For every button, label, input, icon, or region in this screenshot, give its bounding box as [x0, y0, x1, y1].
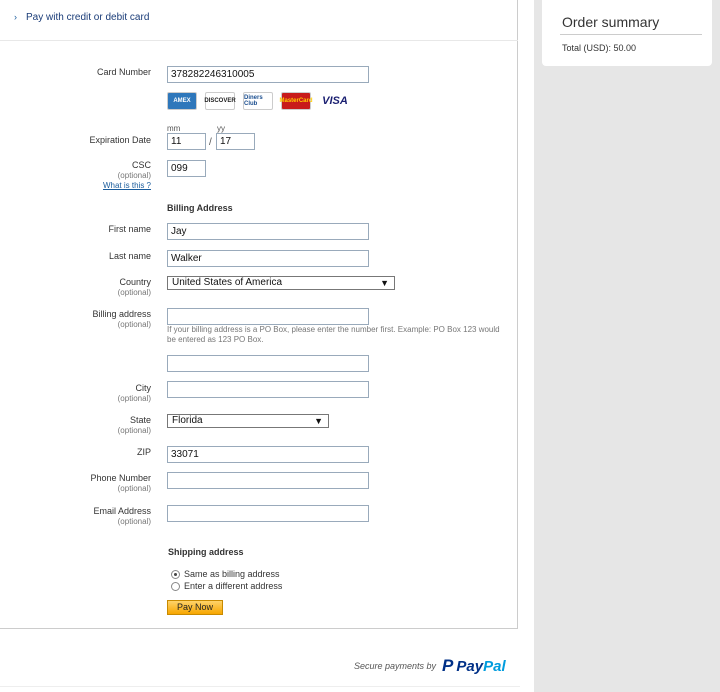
- same-as-billing-option[interactable]: Same as billing address: [171, 569, 280, 579]
- first-name-input[interactable]: [167, 223, 369, 240]
- email-label: Email Address: [93, 506, 151, 516]
- yy-label: yy: [217, 124, 225, 133]
- diners-club-icon: Diners Club: [243, 92, 273, 110]
- mm-label: mm: [167, 124, 181, 133]
- dropdown-arrow-icon: ▼: [314, 416, 323, 426]
- what-is-this-link[interactable]: What is this ?: [1, 181, 151, 191]
- country-value: United States of America: [172, 277, 283, 288]
- state-label: State: [129, 415, 151, 425]
- state-select[interactable]: Florida ▼: [167, 414, 329, 428]
- first-name-label: First name: [108, 224, 151, 234]
- paypal-brand-pal: Pal: [483, 657, 506, 675]
- email-input[interactable]: [167, 505, 369, 522]
- expiration-month-input[interactable]: [167, 133, 206, 150]
- zip-label: ZIP: [136, 447, 151, 457]
- billing-address-line2-input[interactable]: [167, 355, 369, 372]
- amex-icon: AMEX: [167, 92, 197, 110]
- radio-selected-icon[interactable]: [171, 569, 180, 579]
- pay-with-card-header[interactable]: › Pay with credit or debit card: [0, 0, 518, 41]
- sidebar-background: [534, 0, 720, 692]
- csc-label: CSC: [131, 160, 151, 170]
- email-label-group: Email Address (optional): [1, 506, 151, 527]
- order-summary-title: Order summary: [562, 14, 660, 30]
- secure-payments-footer: Secure payments by P PayPal: [354, 656, 506, 676]
- order-summary-panel: Order summary Total (USD): 50.00: [542, 0, 712, 66]
- secure-payments-text: Secure payments by: [354, 661, 437, 671]
- country-optional: (optional): [117, 288, 151, 297]
- po-box-hint: If your billing address is a PO Box, ple…: [167, 325, 500, 344]
- dropdown-arrow-icon: ▼: [380, 278, 389, 288]
- chevron-right-icon: ›: [14, 12, 17, 22]
- same-as-billing-label: Same as billing address: [184, 569, 280, 579]
- last-name-label: Last name: [108, 251, 151, 261]
- billing-address-input[interactable]: [167, 308, 369, 325]
- country-label-group: Country (optional): [1, 277, 151, 298]
- zip-input[interactable]: [167, 446, 369, 463]
- city-input[interactable]: [167, 381, 369, 398]
- paypal-p-icon: P: [442, 656, 454, 675]
- visa-icon: VISA: [322, 95, 348, 107]
- state-label-group: State (optional): [1, 415, 151, 436]
- pay-now-button[interactable]: Pay Now: [167, 600, 223, 615]
- divider: [560, 34, 702, 35]
- country-select[interactable]: United States of America ▼: [167, 276, 395, 290]
- phone-optional: (optional): [117, 484, 151, 493]
- country-label: Country: [119, 277, 151, 287]
- phone-label: Phone Number: [90, 473, 151, 483]
- different-address-option[interactable]: Enter a different address: [171, 581, 282, 591]
- different-address-label: Enter a different address: [184, 581, 283, 591]
- radio-unselected-icon[interactable]: [171, 581, 180, 591]
- csc-input[interactable]: [167, 160, 206, 177]
- card-number-label: Card Number: [96, 67, 151, 77]
- city-optional: (optional): [117, 394, 151, 403]
- expiration-year-input[interactable]: [216, 133, 255, 150]
- state-optional: (optional): [117, 426, 151, 435]
- card-number-input[interactable]: [167, 66, 369, 83]
- csc-optional: (optional): [117, 171, 151, 180]
- phone-input[interactable]: [167, 472, 369, 489]
- date-separator: /: [209, 137, 212, 148]
- billing-address-optional: (optional): [117, 320, 151, 329]
- paypal-brand-pay: Pay: [456, 657, 484, 675]
- footer-divider: [0, 686, 520, 687]
- email-optional: (optional): [117, 517, 151, 526]
- last-name-input[interactable]: [167, 250, 369, 267]
- csc-label-group: CSC (optional) What is this ?: [1, 160, 151, 191]
- discover-icon: DISCOVER: [204, 92, 236, 110]
- expiration-date-label: Expiration Date: [89, 135, 151, 145]
- pay-with-card-title[interactable]: Pay with credit or debit card: [26, 12, 149, 23]
- billing-address-heading: Billing Address: [167, 203, 233, 213]
- paypal-logo: P PayPal: [442, 656, 506, 676]
- billing-address-label: Billing address: [92, 309, 151, 319]
- billing-address-label-group: Billing address (optional): [1, 309, 151, 330]
- mastercard-icon: MasterCard: [280, 92, 313, 110]
- order-total: Total (USD): 50.00: [562, 43, 637, 53]
- state-value: Florida: [172, 415, 203, 426]
- payment-form-panel: › Pay with credit or debit card Card Num…: [0, 0, 518, 629]
- shipping-address-heading: Shipping address: [168, 547, 244, 557]
- city-label-group: City (optional): [1, 383, 151, 404]
- card-brand-logos: AMEX DISCOVER Diners Club MasterCard VIS…: [167, 92, 351, 112]
- phone-label-group: Phone Number (optional): [1, 473, 151, 494]
- city-label: City: [135, 383, 152, 393]
